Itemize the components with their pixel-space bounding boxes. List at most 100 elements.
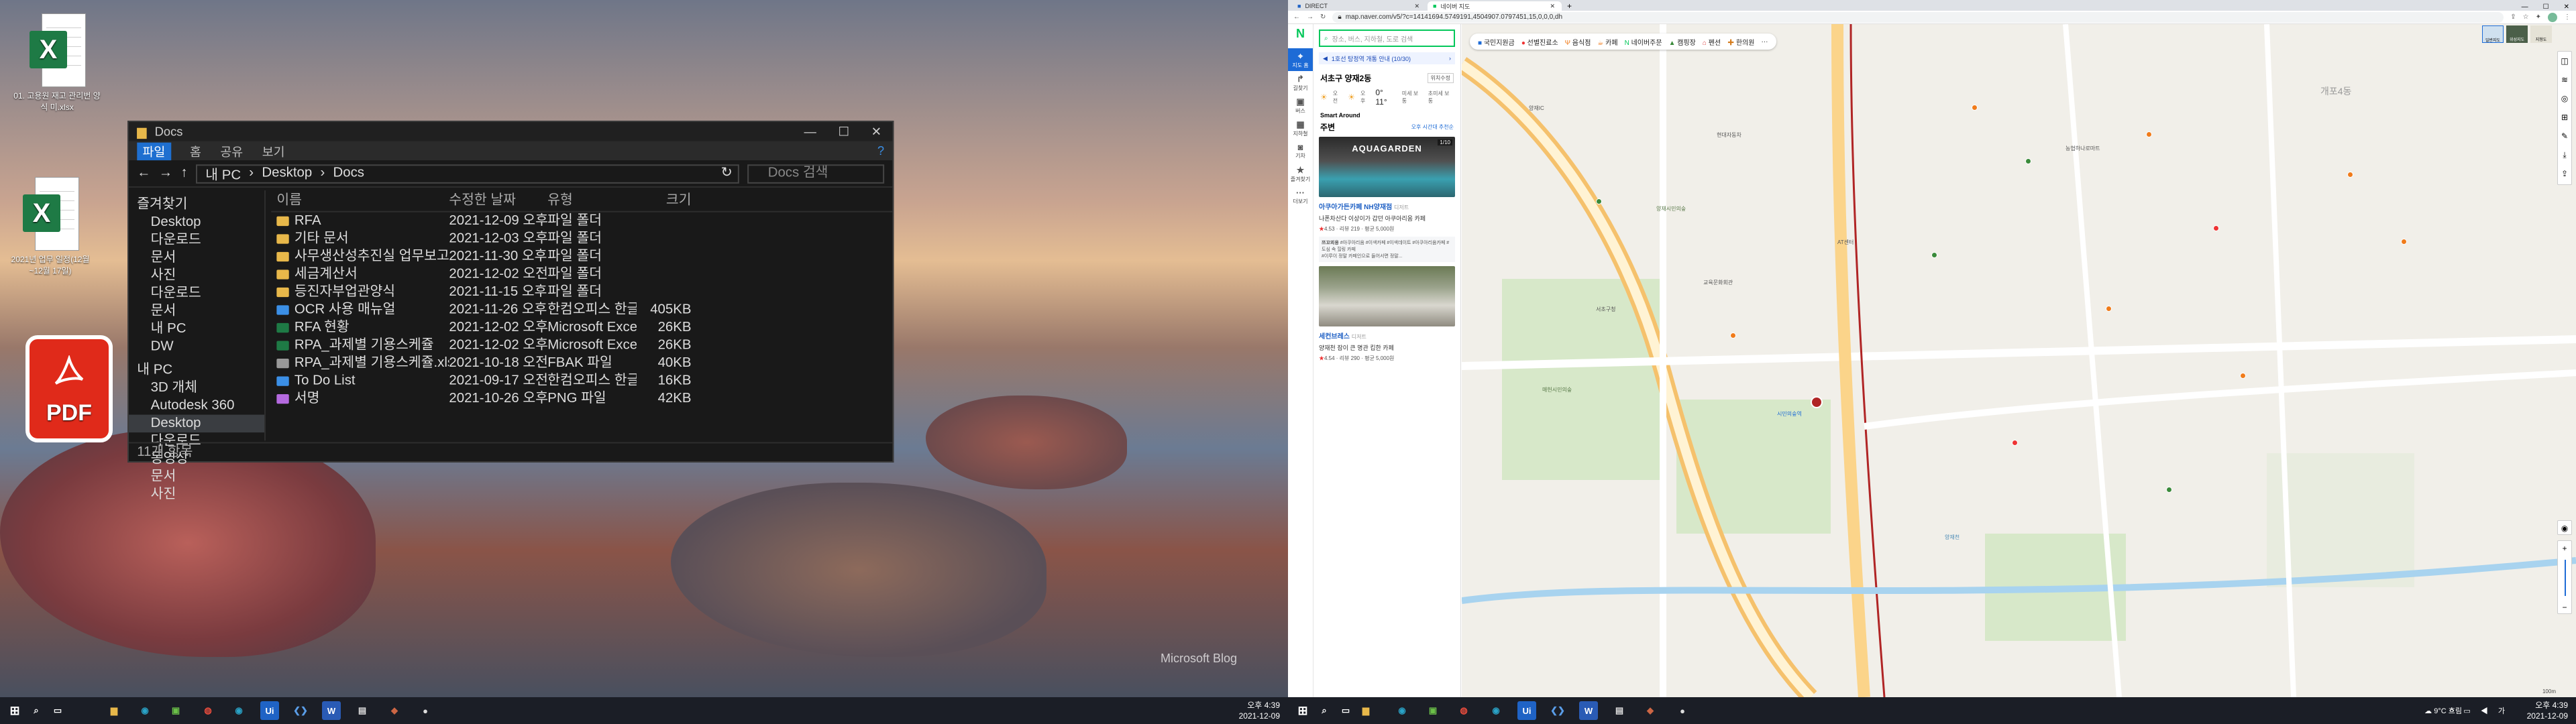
more-icon[interactable]: ··· bbox=[1762, 38, 1768, 46]
category-chip[interactable]: ● 선별진료소 bbox=[1521, 37, 1558, 47]
back-icon[interactable]: ← bbox=[137, 166, 150, 180]
file-explorer-icon[interactable]: ▆ bbox=[1356, 701, 1375, 720]
forward-icon[interactable]: → bbox=[159, 166, 172, 180]
close-tab-icon[interactable]: ✕ bbox=[1550, 3, 1555, 10]
zoom-out-icon[interactable]: − bbox=[2558, 600, 2571, 615]
map-canvas[interactable]: ■ 국민지원금 ● 선별진료소 Ψ 음식점 ☕︎ 카페 N 네이버주문 ▲ 캠핑… bbox=[1462, 24, 2576, 697]
store-icon[interactable]: ▣ bbox=[166, 701, 185, 720]
file-explorer-window[interactable]: ▆ Docs — ☐ ✕ 파일 홈 공유 보기 ? ← → ↑ 내 PC › De… bbox=[127, 121, 894, 502]
minimize-icon[interactable]: — bbox=[2522, 3, 2528, 11]
app2-icon[interactable]: ● bbox=[416, 701, 435, 720]
nav-item[interactable]: 문서 bbox=[129, 249, 264, 267]
poi-pin[interactable] bbox=[1596, 198, 1602, 204]
share-icon[interactable]: ⇪ bbox=[2558, 164, 2571, 183]
poi-pin[interactable] bbox=[1931, 252, 1937, 258]
place-name[interactable]: 세컨브레스 bbox=[1319, 333, 1350, 341]
up-icon[interactable]: ↑ bbox=[181, 166, 188, 180]
share-icon[interactable]: ⇪ bbox=[2510, 13, 2516, 21]
file-row[interactable]: 기타 문서2021-12-03 오후 1:36파일 폴더 bbox=[271, 230, 892, 248]
file-row[interactable]: To Do List2021-09-17 오전 11:17한컴오피스 한글 ..… bbox=[271, 372, 892, 390]
category-chip[interactable]: ▲ 캠핑장 bbox=[1669, 37, 1696, 47]
task-view-icon[interactable]: ▭ bbox=[48, 701, 67, 720]
rail-more[interactable]: ··· 더보기 bbox=[1288, 185, 1313, 208]
poi-pin[interactable] bbox=[2146, 131, 2152, 137]
nav-item[interactable]: 사진 bbox=[129, 267, 264, 285]
nav-item[interactable]: DW bbox=[129, 338, 264, 356]
edge-alt-icon[interactable]: ◉ bbox=[229, 701, 248, 720]
help-icon[interactable]: ? bbox=[877, 144, 892, 158]
menu-icon[interactable]: ⋮ bbox=[2564, 13, 2571, 21]
col-size[interactable]: 크기 bbox=[637, 190, 697, 211]
maximize-icon[interactable]: ☐ bbox=[2543, 3, 2549, 11]
notepad-icon[interactable]: ▤ bbox=[353, 701, 372, 720]
word-icon[interactable]: W bbox=[1579, 701, 1598, 720]
nav-item[interactable]: 다운로드 bbox=[129, 231, 264, 249]
file-row[interactable]: RFA 현황2021-12-02 오후 5:45Microsoft Excel … bbox=[271, 319, 892, 337]
street-view-icon[interactable]: ◎ bbox=[2558, 89, 2571, 108]
rail-subway[interactable]: ▦ 지하철 bbox=[1288, 117, 1313, 139]
nav-item[interactable]: 즐겨찾기 bbox=[129, 196, 264, 214]
edge-alt-icon[interactable]: ◉ bbox=[1487, 701, 1505, 720]
close-tab-icon[interactable]: ✕ bbox=[1414, 3, 1419, 10]
vscode-icon[interactable]: ❮❯ bbox=[291, 701, 310, 720]
edge-icon[interactable]: ◉ bbox=[136, 701, 154, 720]
poi-pin[interactable] bbox=[1730, 333, 1736, 339]
breadcrumb-item[interactable]: Desktop bbox=[262, 166, 312, 180]
chrome-icon[interactable]: ◍ bbox=[199, 701, 217, 720]
nav-item[interactable]: 문서 bbox=[129, 468, 264, 486]
uipath-icon[interactable]: Ui bbox=[1517, 701, 1536, 720]
breadcrumb-item[interactable]: Docs bbox=[333, 166, 365, 180]
profile-icon[interactable] bbox=[2548, 12, 2557, 22]
relocate-button[interactable]: 위치수정 bbox=[1427, 73, 1454, 83]
zoom-slider[interactable] bbox=[2558, 556, 2571, 600]
nav-item[interactable]: 내 PC bbox=[129, 320, 264, 339]
app-icon[interactable]: ◆ bbox=[385, 701, 404, 720]
place-photo[interactable] bbox=[1319, 266, 1455, 326]
naver-logo[interactable]: N bbox=[1288, 24, 1313, 48]
nav-item[interactable]: 사진 bbox=[129, 486, 264, 504]
bookmark-star-icon[interactable]: ☆ bbox=[2523, 13, 2529, 21]
category-chip[interactable]: Ψ 음식점 bbox=[1565, 37, 1591, 47]
explorer-titlebar[interactable]: ▆ Docs — ☐ ✕ bbox=[129, 122, 893, 141]
maximize-icon[interactable]: ☐ bbox=[839, 124, 849, 139]
place-search-input[interactable]: ⌕ 장소, 버스, 지하철, 도로 검색 bbox=[1319, 29, 1455, 47]
my-location-button[interactable]: ◉ bbox=[2557, 520, 2572, 535]
sort-dropdown[interactable]: 오후 시간대 추천순 bbox=[1411, 123, 1454, 131]
close-icon[interactable]: ✕ bbox=[2564, 3, 2569, 11]
forward-icon[interactable]: → bbox=[1307, 13, 1313, 21]
back-icon[interactable]: ← bbox=[1293, 13, 1300, 21]
category-chip[interactable]: ■ 국민지원금 bbox=[1478, 37, 1515, 47]
ribbon-tab-share[interactable]: 공유 bbox=[220, 142, 243, 160]
map-type-satellite[interactable]: 위성지도 bbox=[2506, 25, 2528, 43]
clock[interactable]: 오후 4:39 2021-12-09 bbox=[2527, 700, 2568, 721]
poi-pin[interactable] bbox=[2401, 239, 2407, 245]
map-type-normal[interactable]: 일반지도 bbox=[2482, 25, 2504, 43]
file-row[interactable]: OCR 사용 매뉴얼2021-11-26 오후 5:48한컴오피스 한글 ...… bbox=[271, 301, 892, 319]
review-snippet[interactable]: 쯔꼬뫼용 #아쿠아리움 #이색카페 #이색데이트 #아쿠아리움카페 #도심 속 … bbox=[1319, 237, 1455, 262]
rail-directions[interactable]: ↱ 길찾기 bbox=[1288, 71, 1313, 94]
file-row[interactable]: 사무생산성추진실 업무보고서2021-11-30 오후 6:04파일 폴더 bbox=[271, 248, 892, 266]
file-row[interactable]: RPA_과제별 기용스케쥴.xlsx.fbak2021-10-18 오전 9:3… bbox=[271, 355, 892, 373]
search-input[interactable]: Docs 검색 bbox=[747, 164, 885, 183]
nav-item[interactable]: Desktop bbox=[129, 214, 264, 232]
nav-item[interactable]: 다운로드 bbox=[129, 285, 264, 303]
measure-icon[interactable]: ⊞ bbox=[2558, 108, 2571, 127]
address-bar[interactable]: 내 PC › Desktop › Docs ↻ bbox=[196, 163, 739, 184]
poi-pin[interactable] bbox=[2106, 306, 2112, 312]
uipath-icon[interactable]: Ui bbox=[260, 701, 279, 720]
rail-train[interactable]: ◙ 기차 bbox=[1288, 139, 1313, 162]
ribbon-tab-view[interactable]: 보기 bbox=[262, 142, 285, 160]
breadcrumb-item[interactable]: 내 PC bbox=[205, 163, 241, 183]
tab-naver-map[interactable]: ■ 네이버 지도 ✕ bbox=[1428, 1, 1562, 11]
draw-icon[interactable]: ✎ bbox=[2558, 127, 2571, 145]
start-icon[interactable]: ⊞ bbox=[1293, 701, 1312, 720]
new-tab-icon[interactable]: + bbox=[1563, 1, 1576, 11]
nav-item[interactable]: 내 PC bbox=[129, 361, 264, 379]
subway-station-marker[interactable] bbox=[1811, 396, 1823, 408]
place-name[interactable]: 아쿠아가든카페 NH양재점 bbox=[1319, 204, 1392, 211]
nav-item[interactable]: 3D 개체 bbox=[129, 379, 264, 398]
word-icon[interactable]: W bbox=[322, 701, 341, 720]
category-chip[interactable]: ⌂ 펜션 bbox=[1703, 37, 1721, 47]
file-row[interactable]: RFA2021-12-09 오후 2:55파일 폴더 bbox=[271, 213, 892, 231]
desktop-icon-excel-2[interactable]: X 2021년 업무 일정(12월~12월 17일) bbox=[7, 174, 94, 276]
